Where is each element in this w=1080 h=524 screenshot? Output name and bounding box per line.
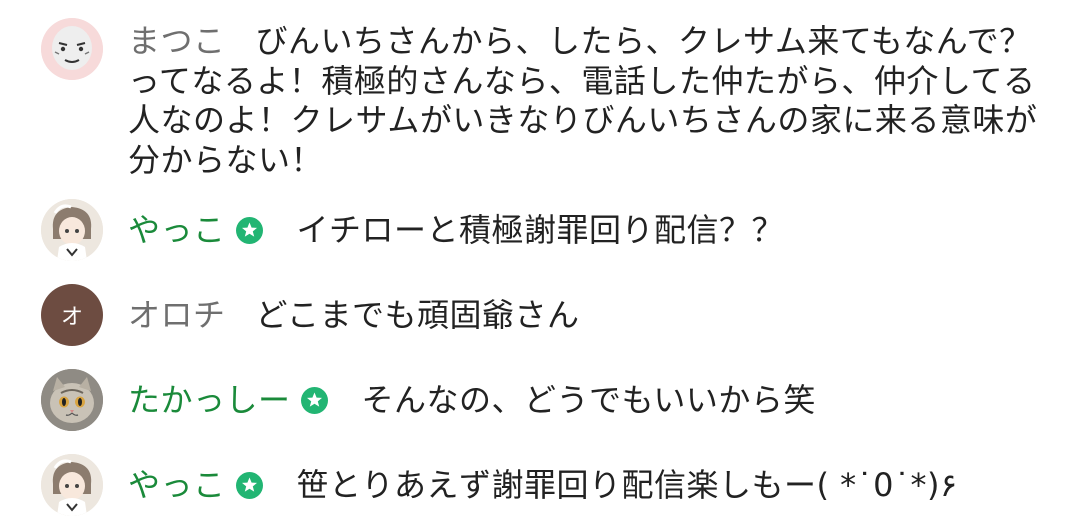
cat-icon: [41, 369, 103, 431]
message-text: オロチ どこまでも頑固爺さん: [128, 296, 1040, 336]
message-body: びんいちさんから、したら、クレサム来てもなんで？ってなるよ！積極的さんなら、電話…: [128, 22, 1038, 179]
author-name[interactable]: たかっしー: [128, 381, 291, 419]
face-drawing-icon: [41, 18, 103, 80]
author-name[interactable]: やっこ: [128, 211, 226, 249]
message-text: やっこ 笹とりあえず謝罪回り配信楽しもー( *˙0˙*)۶: [128, 466, 1040, 506]
avatar[interactable]: オ: [41, 284, 103, 346]
verified-star-icon: [300, 387, 328, 414]
anime-girl-icon: [41, 454, 103, 516]
avatar[interactable]: [41, 454, 103, 516]
author-name[interactable]: まつこ: [128, 22, 226, 60]
avatar[interactable]: [41, 18, 103, 80]
avatar[interactable]: [41, 199, 103, 261]
message-body: どこまでも頑固爺さん: [255, 296, 580, 334]
message-body: そんなの、どうでもいいから笑: [361, 381, 816, 419]
avatar[interactable]: [41, 369, 103, 431]
message-text: やっこ イチローと積極謝罪回り配信？？: [128, 211, 1040, 251]
anime-girl-icon: [41, 199, 103, 261]
verified-star-icon: [235, 472, 263, 499]
message-text: たかっしー そんなの、どうでもいいから笑: [128, 381, 1040, 421]
message-text: まつこ びんいちさんから、したら、クレサム来てもなんで？ってなるよ！積極的さんなら…: [128, 22, 1040, 180]
author-name[interactable]: オロチ: [128, 296, 226, 334]
message-body: 笹とりあえず謝罪回り配信楽しもー( *˙0˙*)۶: [296, 466, 958, 504]
live-chat-list: まつこ びんいちさんから、したら、クレサム来てもなんで？ってなるよ！積極的さんなら…: [0, 0, 1080, 524]
verified-star-icon: [235, 217, 263, 244]
avatar-letter: オ: [60, 305, 83, 330]
message-body: イチローと積極謝罪回り配信？？: [296, 211, 785, 249]
author-name[interactable]: やっこ: [128, 466, 226, 504]
